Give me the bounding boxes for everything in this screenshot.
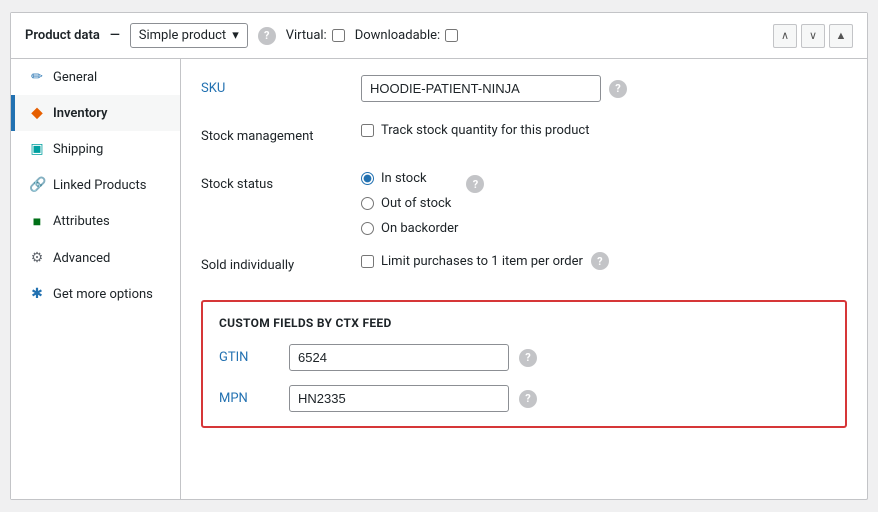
sku-label: SKU bbox=[201, 75, 361, 96]
mpn-input[interactable] bbox=[289, 385, 509, 412]
sidebar-item-get-more-options-label: Get more options bbox=[53, 287, 153, 302]
stock-status-label: Stock status bbox=[201, 171, 361, 192]
sold-individually-row: Sold individually Limit purchases to 1 i… bbox=[201, 252, 847, 284]
gtin-label: GTIN bbox=[219, 350, 279, 365]
custom-fields-title: CUSTOM FIELDS by CTX Feed bbox=[219, 316, 829, 330]
sidebar-item-inventory-label: Inventory bbox=[53, 106, 108, 121]
product-data-panel: Product data — Simple product ▾ ? Virtua… bbox=[10, 12, 868, 500]
stock-status-content: In stock Out of stock On backorder ? bbox=[361, 171, 847, 236]
sku-link[interactable]: SKU bbox=[201, 81, 225, 96]
sidebar-item-general[interactable]: ✏ General bbox=[11, 59, 180, 95]
sku-field-content: ? bbox=[361, 75, 847, 102]
sold-individually-checkbox-label[interactable]: Limit purchases to 1 item per order bbox=[361, 254, 583, 269]
downloadable-label: Downloadable: bbox=[355, 28, 440, 43]
stock-management-label: Stock management bbox=[201, 123, 361, 144]
sku-help-icon[interactable]: ? bbox=[609, 80, 627, 98]
sold-individually-help-icon[interactable]: ? bbox=[591, 252, 609, 270]
stock-management-checkbox-label[interactable]: Track stock quantity for this product bbox=[361, 123, 589, 138]
panel-separator: — bbox=[110, 28, 120, 43]
sold-individually-checkbox-text: Limit purchases to 1 item per order bbox=[381, 254, 583, 269]
virtual-label: Virtual: bbox=[286, 28, 327, 43]
sidebar-item-get-more-options[interactable]: ✱ Get more options bbox=[11, 276, 180, 312]
nav-down-button[interactable]: ∨ bbox=[801, 24, 825, 48]
gtin-row: GTIN ? bbox=[219, 344, 829, 371]
radio-on-backorder-input[interactable] bbox=[361, 222, 374, 235]
sold-individually-label: Sold individually bbox=[201, 252, 361, 273]
downloadable-field: Downloadable: bbox=[355, 28, 458, 43]
sidebar-item-linked-products-label: Linked Products bbox=[53, 178, 146, 193]
product-type-label: Simple product bbox=[139, 28, 226, 43]
panel-header: Product data — Simple product ▾ ? Virtua… bbox=[11, 13, 867, 59]
product-type-select[interactable]: Simple product ▾ bbox=[130, 23, 248, 48]
stock-management-content: Track stock quantity for this product bbox=[361, 123, 847, 138]
sku-row: SKU ? bbox=[201, 75, 847, 107]
sidebar-item-advanced[interactable]: ⚙ Advanced bbox=[11, 240, 180, 276]
mpn-help-icon[interactable]: ? bbox=[519, 390, 537, 408]
stock-management-row: Stock management Track stock quantity fo… bbox=[201, 123, 847, 155]
custom-fields-box: CUSTOM FIELDS by CTX Feed GTIN ? MPN ? bbox=[201, 300, 847, 428]
radio-out-of-stock-label: Out of stock bbox=[381, 196, 451, 211]
product-type-help-icon[interactable]: ? bbox=[258, 27, 276, 45]
sidebar-item-attributes[interactable]: ■ Attributes bbox=[11, 203, 180, 240]
nav-up-button[interactable]: ∧ bbox=[773, 24, 797, 48]
stock-management-checkbox[interactable] bbox=[361, 124, 374, 137]
sidebar-item-inventory[interactable]: ◆ Inventory bbox=[11, 95, 180, 131]
general-icon: ✏ bbox=[29, 69, 45, 85]
shipping-icon: ▣ bbox=[29, 141, 45, 157]
sku-input[interactable] bbox=[361, 75, 601, 102]
sold-individually-content: Limit purchases to 1 item per order ? bbox=[361, 252, 847, 270]
sidebar-item-advanced-label: Advanced bbox=[53, 251, 110, 266]
radio-in-stock-input[interactable] bbox=[361, 172, 374, 185]
nav-buttons: ∧ ∨ ▲ bbox=[773, 24, 853, 48]
sold-individually-checkbox[interactable] bbox=[361, 255, 374, 268]
stock-status-row: Stock status In stock Out of stock bbox=[201, 171, 847, 236]
stock-management-checkbox-text: Track stock quantity for this product bbox=[381, 123, 589, 138]
sidebar-item-shipping-label: Shipping bbox=[53, 142, 103, 157]
stock-status-help-icon[interactable]: ? bbox=[466, 175, 484, 193]
stock-status-radio-group: In stock Out of stock On backorder bbox=[361, 171, 458, 236]
main-content: SKU ? Stock management Track stock quant… bbox=[181, 59, 867, 499]
radio-out-of-stock-input[interactable] bbox=[361, 197, 374, 210]
downloadable-checkbox[interactable] bbox=[445, 29, 458, 42]
panel-title: Product data bbox=[25, 28, 100, 43]
sidebar-item-shipping[interactable]: ▣ Shipping bbox=[11, 131, 180, 167]
gtin-help-icon[interactable]: ? bbox=[519, 349, 537, 367]
virtual-checkbox[interactable] bbox=[332, 29, 345, 42]
get-more-options-icon: ✱ bbox=[29, 286, 45, 302]
mpn-row: MPN ? bbox=[219, 385, 829, 412]
attributes-icon: ■ bbox=[29, 213, 45, 230]
inventory-icon: ◆ bbox=[29, 105, 45, 121]
product-type-dropdown-icon: ▾ bbox=[232, 28, 239, 43]
mpn-label: MPN bbox=[219, 391, 279, 406]
radio-out-of-stock[interactable]: Out of stock bbox=[361, 196, 458, 211]
linked-products-icon: 🔗 bbox=[29, 177, 45, 193]
radio-in-stock[interactable]: In stock bbox=[361, 171, 458, 186]
radio-on-backorder-label: On backorder bbox=[381, 221, 458, 236]
sidebar-item-linked-products[interactable]: 🔗 Linked Products bbox=[11, 167, 180, 203]
advanced-icon: ⚙ bbox=[29, 250, 45, 266]
panel-body: ✏ General ◆ Inventory ▣ Shipping 🔗 Linke… bbox=[11, 59, 867, 499]
sidebar: ✏ General ◆ Inventory ▣ Shipping 🔗 Linke… bbox=[11, 59, 181, 499]
nav-collapse-button[interactable]: ▲ bbox=[829, 24, 853, 48]
sidebar-item-attributes-label: Attributes bbox=[53, 214, 110, 229]
gtin-input[interactable] bbox=[289, 344, 509, 371]
radio-on-backorder[interactable]: On backorder bbox=[361, 221, 458, 236]
virtual-field: Virtual: bbox=[286, 28, 345, 43]
sidebar-item-general-label: General bbox=[53, 70, 97, 85]
radio-in-stock-label: In stock bbox=[381, 171, 427, 186]
